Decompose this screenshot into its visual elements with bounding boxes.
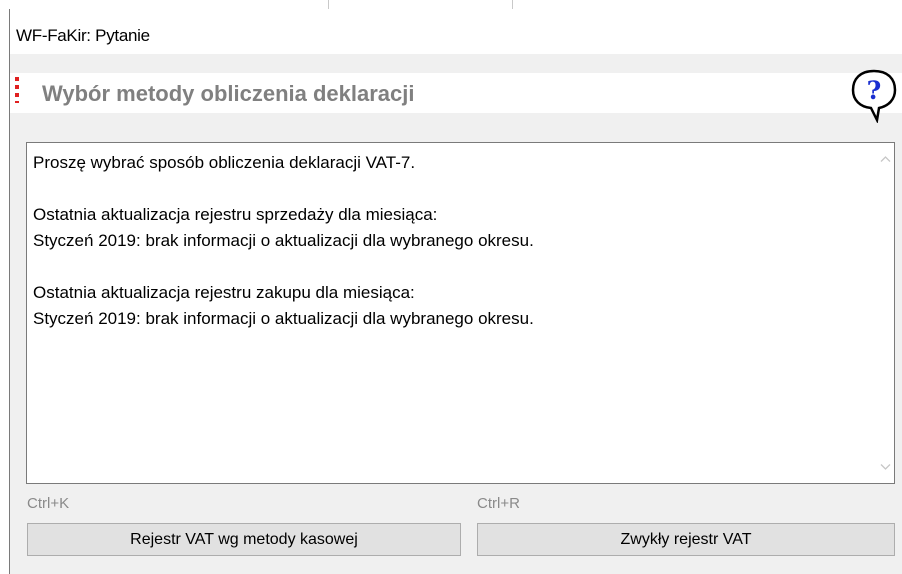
message-line: Styczeń 2019: brak informacji o aktualiz… [33,231,534,250]
help-icon[interactable]: ? [848,67,900,123]
message-textbox[interactable]: Proszę wybrać sposób obliczenia deklarac… [26,142,895,484]
background-strip [0,0,902,9]
strip-divider [328,0,329,9]
strip-divider [512,0,513,9]
vertical-scrollbar[interactable] [877,143,894,483]
window-title: WF-FaKir: Pytanie [16,26,150,45]
header-title: Wybór metody obliczenia deklaracji [42,81,415,106]
title-bar[interactable]: WF-FaKir: Pytanie [10,9,902,54]
dialog-window: WF-FaKir: Pytanie Wybór metody obliczeni… [9,9,902,574]
message-line: Proszę wybrać sposób obliczenia deklarac… [33,153,416,172]
message-line: Styczeń 2019: brak informacji o aktualiz… [33,309,534,328]
shortcut-hint-cash: Ctrl+K [27,495,70,512]
regular-vat-register-button[interactable]: Zwykły rejestr VAT [477,523,895,556]
message-line: Ostatnia aktualizacja rejestru zakupu dl… [33,283,415,302]
svg-text:?: ? [867,76,882,105]
scroll-down-icon[interactable] [880,463,891,471]
cash-method-vat-register-button[interactable]: Rejestr VAT wg metody kasowej [27,523,461,556]
message-line: Ostatnia aktualizacja rejestru sprzedaży… [33,205,438,224]
header-marker-icon [15,77,19,103]
shortcut-hint-regular: Ctrl+R [477,495,520,512]
scroll-up-icon[interactable] [880,155,891,163]
